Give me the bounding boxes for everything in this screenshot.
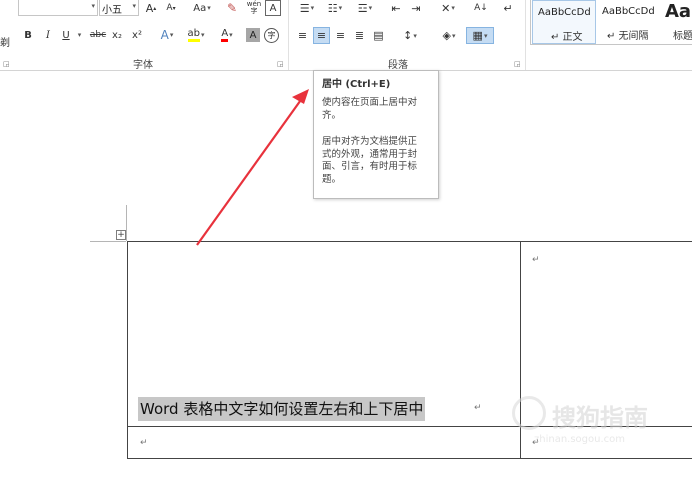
paragraph-group-label: 段落 xyxy=(388,60,408,71)
cell-paragraph-mark: ↵ xyxy=(140,438,148,448)
style-name: ↵ 无间隔 xyxy=(607,31,649,42)
increase-indent-icon: ⇥ xyxy=(411,1,421,15)
clipboard-launcher-icon[interactable]: ◲ xyxy=(3,60,10,68)
superscript-button[interactable]: x² xyxy=(130,27,144,43)
justify-button[interactable]: ≣ xyxy=(351,27,368,44)
distributed-icon: ▤ xyxy=(373,29,384,42)
table-border xyxy=(128,241,692,242)
subscript-button[interactable]: x₂ xyxy=(110,27,124,43)
decrease-indent-button[interactable]: ⇤ xyxy=(388,0,404,16)
underline-button[interactable]: U xyxy=(60,27,72,43)
shrink-font-button[interactable]: A ▾ xyxy=(163,0,179,16)
align-right-button[interactable]: ≡ xyxy=(332,27,349,44)
style-name: 标题 xyxy=(673,31,692,42)
margin-guide xyxy=(126,205,127,241)
tooltip-line: 题。 xyxy=(322,173,342,185)
increase-indent-button[interactable]: ⇥ xyxy=(408,0,424,16)
numbering-button[interactable]: ☷ ▾ xyxy=(323,0,347,16)
numbering-icon: ☷ xyxy=(327,1,338,15)
underline-dropdown[interactable]: ▾ xyxy=(74,27,84,43)
ribbon-clipped-char: 剃 xyxy=(0,38,10,49)
phonetic-guide-icon: 字 xyxy=(250,7,258,15)
margin-guide xyxy=(90,241,126,242)
style-preview: AaBbCcDd xyxy=(538,7,591,18)
italic-button[interactable]: I xyxy=(42,27,54,43)
bold-button[interactable]: B xyxy=(22,27,34,43)
chinese-layout-icon: ✕ xyxy=(441,1,451,15)
tooltip-line: 使内容在页面上居中对 xyxy=(322,97,418,108)
cell-paragraph-mark: ↵ xyxy=(474,403,482,413)
style-no-spacing-tile[interactable]: AaBbCcDd ↵ 无间隔 xyxy=(597,0,659,44)
highlight-icon: ab xyxy=(187,28,200,42)
grow-font-button[interactable]: A ▴ xyxy=(143,0,159,16)
style-preview: Aa xyxy=(665,1,692,22)
distributed-button[interactable]: ▤ xyxy=(370,27,387,44)
font-size-value: 小五 xyxy=(102,5,122,16)
font-color-icon: A xyxy=(221,28,229,42)
multilevel-list-button[interactable]: ☲ ▾ xyxy=(352,0,378,16)
change-case-button[interactable]: Aa ▾ xyxy=(188,0,216,16)
tooltip-line: 居中对齐为文档提供正 xyxy=(322,136,418,147)
grow-font-icon: A xyxy=(145,1,154,15)
text-effects-button[interactable]: A ▾ xyxy=(156,27,178,43)
cell-paragraph-mark: ↵ xyxy=(532,255,540,265)
chevron-down-icon[interactable]: ▾ xyxy=(91,2,95,10)
watermark-circle-icon xyxy=(512,396,546,430)
watermark-text: 搜狗指南 xyxy=(552,404,648,432)
ribbon: 剃 ▾ 小五 ▾ A ▴ A ▾ Aa ▾ ✎ wén 字 A B I U ▾ abc … xyxy=(0,0,692,71)
line-spacing-button[interactable]: ↕ ▾ xyxy=(398,27,422,44)
align-left-button[interactable]: ≡ xyxy=(294,27,311,44)
tooltip-title: 居中 (Ctrl+E) xyxy=(322,79,391,90)
strikethrough-button[interactable]: abc xyxy=(88,27,108,43)
selected-cell-text[interactable]: Word 表格中文字如何设置左右和上下居中 xyxy=(138,397,426,421)
tooltip-line: 齐。 xyxy=(322,109,342,121)
decrease-indent-icon: ⇤ xyxy=(391,1,401,15)
paragraph-mark-icon: ↵ xyxy=(503,1,513,15)
font-size-combobox[interactable]: 小五 ▾ xyxy=(99,0,139,16)
phonetic-guide-button[interactable]: wén 字 xyxy=(244,0,264,16)
font-name-combobox[interactable]: ▾ xyxy=(18,0,98,16)
enclose-characters-button[interactable]: 字 xyxy=(264,28,279,43)
shading-button[interactable]: ◈ ▾ xyxy=(436,27,462,44)
tooltip-line: 面、引言，有时用于标 xyxy=(322,161,418,172)
align-right-icon: ≡ xyxy=(335,29,346,42)
bullets-icon: ☰ xyxy=(299,1,310,15)
borders-icon: ▦ xyxy=(472,29,483,42)
style-heading-tile[interactable]: Aa 标题 xyxy=(660,0,692,44)
sort-button[interactable]: A↓ xyxy=(473,0,489,16)
paragraph-dialog-launcher-icon[interactable]: ◲ xyxy=(514,60,521,68)
font-color-button[interactable]: A ▾ xyxy=(215,27,239,43)
show-hide-marks-button[interactable]: ↵ xyxy=(500,0,516,16)
align-center-button[interactable]: ≡ xyxy=(313,27,330,44)
align-center-icon: ≡ xyxy=(316,29,327,42)
align-center-tooltip: 居中 (Ctrl+E) 使内容在页面上居中对 齐。 居中对齐为文档提供正 式的外… xyxy=(313,70,439,199)
character-shading-button[interactable]: A xyxy=(246,28,260,42)
multilevel-list-icon: ☲ xyxy=(357,1,368,15)
watermark-logo: 搜狗指南 zhinan.sogou.com xyxy=(512,396,672,460)
font-group-label: 字体 xyxy=(133,60,153,71)
style-normal-tile[interactable]: AaBbCcDd ↵ 正文 xyxy=(532,0,596,44)
line-spacing-icon: ↕ xyxy=(403,29,413,42)
text-effects-icon: A xyxy=(160,28,169,42)
align-left-icon: ≡ xyxy=(297,29,308,42)
change-case-label: Aa xyxy=(193,2,207,14)
chevron-down-icon[interactable]: ▾ xyxy=(132,2,136,10)
watermark-subtext: zhinan.sogou.com xyxy=(534,434,626,445)
style-name: ↵ 正文 xyxy=(551,32,583,43)
styles-gallery: AaBbCcDd ↵ 正文 AaBbCcDd ↵ 无间隔 Aa 标题 xyxy=(530,0,692,45)
chinese-layout-button[interactable]: ✕ ▾ xyxy=(434,0,462,16)
highlight-button[interactable]: ab ▾ xyxy=(183,27,209,43)
justify-icon: ≣ xyxy=(354,29,365,42)
style-preview: AaBbCcDd xyxy=(602,6,655,17)
tooltip-line: 式的外观，通常用于封 xyxy=(322,148,418,160)
bullets-button[interactable]: ☰ ▾ xyxy=(295,0,319,16)
clear-formatting-icon[interactable]: ✎ xyxy=(224,0,240,16)
table-move-handle-icon[interactable]: + xyxy=(116,230,126,240)
borders-button[interactable]: ▦ ▾ xyxy=(466,27,494,44)
character-border-button[interactable]: A xyxy=(265,0,281,16)
group-divider xyxy=(288,0,289,70)
font-dialog-launcher-icon[interactable]: ◲ xyxy=(277,60,284,68)
paint-bucket-icon: ◈ xyxy=(442,29,451,42)
group-divider xyxy=(525,0,526,70)
